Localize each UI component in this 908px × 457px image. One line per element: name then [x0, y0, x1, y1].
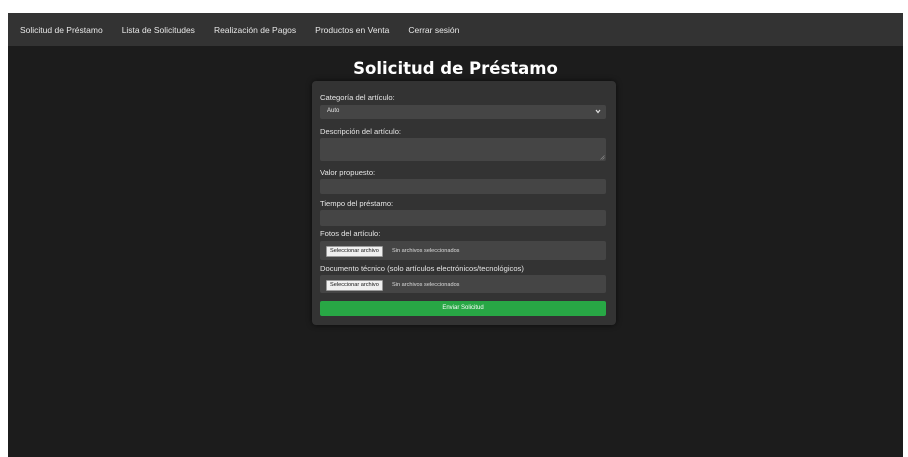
category-label: Categoría del artículo: [320, 93, 395, 102]
photos-label: Fotos del artículo: [320, 229, 381, 238]
proposed-value-label: Valor propuesto: [320, 168, 376, 177]
description-label: Descripción del artículo: [320, 127, 402, 136]
photos-file-input: Seleccionar archivo Sin archivos selecci… [320, 241, 606, 260]
resize-grip-icon[interactable] [600, 155, 605, 160]
description-textarea[interactable] [320, 138, 606, 161]
nav-link-solicitud-prestamo[interactable]: Solicitud de Préstamo [20, 25, 103, 35]
page-title: Solicitud de Préstamo [353, 59, 558, 78]
nav-link-realizacion-pagos[interactable]: Realización de Pagos [214, 25, 296, 35]
app-screen: Solicitud de Préstamo Lista de Solicitud… [8, 13, 903, 457]
loan-request-form: Categoría del artículo: Auto Descripción… [312, 81, 616, 325]
nav-link-lista-solicitudes[interactable]: Lista de Solicitudes [122, 25, 195, 35]
nav-link-productos-venta[interactable]: Productos en Venta [315, 25, 389, 35]
loan-term-label: Tiempo del préstamo: [320, 199, 394, 208]
technical-document-file-input: Seleccionar archivo Sin archivos selecci… [320, 275, 606, 293]
category-select[interactable]: Auto [320, 105, 606, 119]
nav-link-cerrar-sesion[interactable]: Cerrar sesión [408, 25, 459, 35]
technical-document-label: Documento técnico (solo artículos electr… [320, 264, 524, 273]
document-select-file-button[interactable]: Seleccionar archivo [326, 280, 383, 291]
photos-file-status: Sin archivos seleccionados [392, 248, 460, 254]
photos-select-file-button[interactable]: Seleccionar archivo [326, 246, 383, 257]
proposed-value-input[interactable] [320, 179, 606, 194]
top-navbar: Solicitud de Préstamo Lista de Solicitud… [8, 13, 903, 46]
chevron-down-icon [595, 109, 601, 114]
document-file-status: Sin archivos seleccionados [392, 282, 460, 288]
category-selected-value: Auto [327, 108, 340, 114]
submit-request-button[interactable]: Enviar Solicitud [320, 301, 606, 316]
loan-term-input[interactable] [320, 210, 606, 226]
